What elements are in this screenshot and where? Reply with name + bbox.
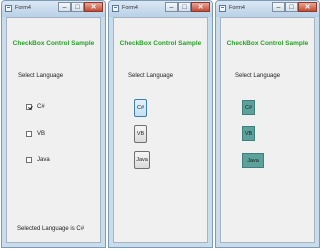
toggle-button-csharp[interactable]: C#	[134, 99, 147, 117]
close-button[interactable]: ✕	[298, 2, 317, 12]
window-title: Form4	[229, 5, 245, 11]
select-language-label: Select Language	[18, 73, 64, 79]
checkbox-label: Java	[37, 157, 50, 163]
title-bar[interactable]: Form4 – □ ✕	[2, 1, 105, 17]
form-icon	[112, 5, 119, 12]
close-button[interactable]: ✕	[191, 2, 210, 12]
window-title: Form4	[15, 5, 31, 11]
checkbox-unchecked-icon[interactable]	[26, 157, 32, 163]
select-language-label: Select Language	[128, 73, 174, 79]
flat-button-csharp[interactable]: C#	[242, 100, 255, 115]
flat-button-vb[interactable]: VB	[242, 126, 255, 141]
minimize-button[interactable]: –	[165, 2, 178, 12]
form-window-button-style: Form4 – □ ✕ CheckBox Control Sample Sele…	[108, 0, 213, 248]
form-client-area: CheckBox Control Sample Select Language …	[220, 17, 315, 243]
checkbox-label: VB	[37, 131, 46, 137]
checkbox-label: C#	[37, 104, 45, 110]
title-bar[interactable]: Form4 – □ ✕	[109, 1, 212, 17]
minimize-button[interactable]: –	[58, 2, 71, 12]
flat-button-java[interactable]: Java	[242, 153, 264, 168]
title-bar[interactable]: Form4 – □ ✕	[216, 1, 319, 17]
checkbox-vb[interactable]: VB	[26, 131, 45, 137]
form-window-checkbox-style: Form4 – □ ✕ CheckBox Control Sample Sele…	[1, 0, 106, 248]
checkbox-csharp[interactable]: C#	[26, 104, 45, 110]
form-client-area: CheckBox Control Sample Select Language …	[113, 17, 208, 243]
caption-buttons: – □ ✕	[165, 2, 210, 12]
form-window-flat-style: Form4 – □ ✕ CheckBox Control Sample Sele…	[215, 0, 320, 248]
toggle-button-java[interactable]: Java	[134, 151, 150, 169]
form-icon	[219, 5, 226, 12]
window-title: Form4	[122, 5, 138, 11]
toggle-button-vb[interactable]: VB	[134, 125, 147, 143]
minimize-button[interactable]: –	[272, 2, 285, 12]
checkbox-checked-icon[interactable]	[26, 104, 32, 110]
form-icon	[5, 5, 12, 12]
form-client-area: CheckBox Control Sample Select Language …	[6, 17, 101, 243]
close-button[interactable]: ✕	[84, 2, 103, 12]
checkbox-java[interactable]: Java	[26, 157, 50, 163]
form-heading: CheckBox Control Sample	[226, 40, 309, 47]
maximize-button[interactable]: □	[285, 2, 298, 12]
maximize-button[interactable]: □	[71, 2, 84, 12]
caption-buttons: – □ ✕	[272, 2, 317, 12]
form-heading: CheckBox Control Sample	[12, 40, 95, 47]
selected-language-label: Selected Language is C#	[17, 226, 85, 232]
checkbox-unchecked-icon[interactable]	[26, 131, 32, 137]
select-language-label: Select Language	[235, 73, 281, 79]
maximize-button[interactable]: □	[178, 2, 191, 12]
form-heading: CheckBox Control Sample	[119, 40, 202, 47]
caption-buttons: – □ ✕	[58, 2, 103, 12]
